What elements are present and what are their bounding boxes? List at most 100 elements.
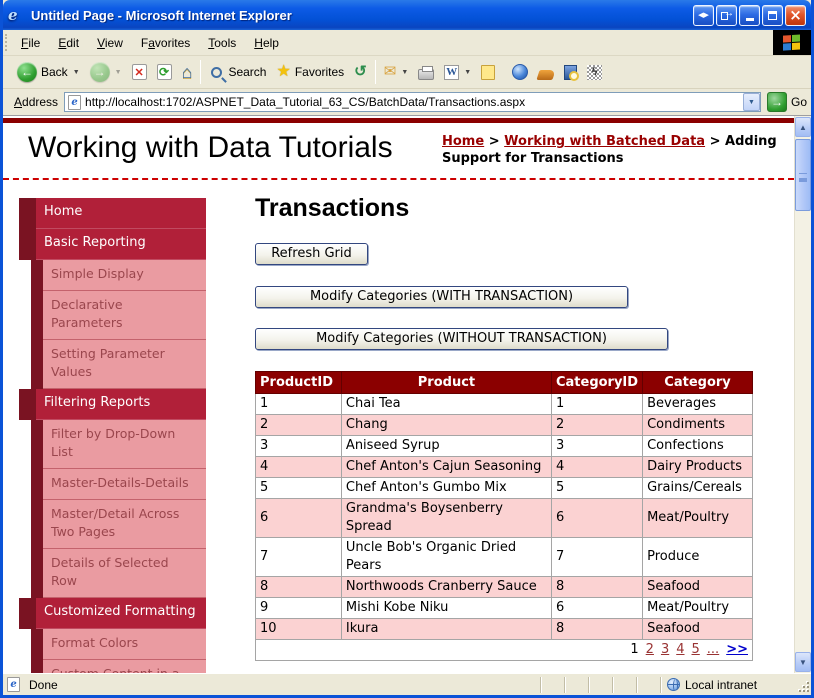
research-button[interactable] [559, 62, 582, 83]
cell-category-id: 1 [551, 394, 642, 415]
sidebar-item-label: Simple Display [43, 260, 206, 291]
sidebar-item-custom-content-in-a[interactable]: Custom Content in a [31, 660, 206, 673]
column-header-category: Category [643, 372, 753, 394]
browser-viewport: Working with Data Tutorials Home > Worki… [3, 115, 811, 673]
pager-next-link[interactable]: >> [726, 642, 748, 657]
refresh-button[interactable]: ⟳ [152, 61, 177, 83]
resize-grip[interactable] [796, 677, 810, 693]
scroll-up-button[interactable]: ▲ [795, 117, 811, 137]
address-bar: Address e http://localhost:1702/ASPNET_D… [3, 89, 811, 115]
favorites-button[interactable]: ★ Favorites [271, 61, 349, 83]
refresh-grid-button[interactable]: Refresh Grid [255, 243, 368, 265]
back-button[interactable]: ← Back ▼ [12, 59, 85, 85]
sidebar-item-filtering-reports[interactable]: Filtering Reports [19, 389, 206, 420]
cell-product-id: 8 [256, 577, 342, 598]
maximize-button[interactable] [762, 5, 783, 26]
sidebar-item-master-detail-across-two-pages[interactable]: Master/Detail Across Two Pages [31, 500, 206, 549]
window-popout-button[interactable]: → [716, 5, 737, 26]
menu-favorites[interactable]: Favorites [132, 32, 199, 54]
title-bar[interactable]: e Untitled Page - Microsoft Internet Exp… [3, 0, 811, 30]
sidebar-item-setting-parameter-values[interactable]: Setting Parameter Values [31, 340, 206, 389]
modify-with-transaction-button[interactable]: Modify Categories (WITH TRANSACTION) [255, 286, 628, 308]
sidebar-item-label: Declarative Parameters [43, 291, 206, 340]
menu-help[interactable]: Help [245, 32, 288, 54]
stop-icon: ✕ [132, 64, 147, 80]
menu-view[interactable]: View [88, 32, 132, 54]
status-bar: e Done Local intranet [3, 673, 811, 695]
sidebar-item-label: Master/Detail Across Two Pages [43, 500, 206, 549]
sidebar-item-block [31, 420, 43, 469]
quick-tools-button[interactable]: ϟ [582, 62, 607, 83]
breadcrumb-link-working-with-batched-data[interactable]: Working with Batched Data [504, 134, 705, 149]
cell-product: Mishi Kobe Niku [341, 598, 551, 619]
sidebar-item-filter-by-drop-down-list[interactable]: Filter by Drop-Down List [31, 420, 206, 469]
menu-items: FileEditViewFavoritesToolsHelp [12, 30, 773, 55]
messenger-button[interactable] [507, 61, 533, 83]
sidebar-item-label: Setting Parameter Values [43, 340, 206, 389]
address-dropdown-button[interactable]: ▼ [743, 93, 760, 111]
cell-product: Chang [341, 415, 551, 436]
close-button[interactable]: × [785, 5, 806, 26]
home-button[interactable]: ⌂ [177, 61, 198, 83]
pager-page-4[interactable]: 4 [676, 642, 684, 657]
sidebar-item-label: Master-Details-Details [43, 469, 206, 500]
sidebar-item-details-of-selected-row[interactable]: Details of Selected Row [31, 549, 206, 598]
sidebar-item-master-details-details[interactable]: Master-Details-Details [31, 469, 206, 500]
favorites-star-icon: ★ [276, 64, 290, 80]
page-header: Working with Data Tutorials Home > Worki… [3, 123, 794, 171]
sidebar-item-block [31, 660, 43, 673]
word-dropdown-icon: ▼ [464, 69, 471, 76]
sidebar-item-simple-display[interactable]: Simple Display [31, 260, 206, 291]
addon-button[interactable] [533, 62, 559, 83]
pager-ellipsis[interactable]: ... [707, 642, 719, 657]
cell-category: Grains/Cereals [643, 478, 753, 499]
discuss-button[interactable] [476, 62, 500, 83]
menu-tools[interactable]: Tools [199, 32, 245, 54]
go-button[interactable]: → [767, 92, 787, 112]
edit-with-word-button[interactable]: W ▼ [439, 62, 476, 83]
sidebar-item-basic-reporting[interactable]: Basic Reporting [19, 229, 206, 260]
refresh-icon: ⟳ [157, 64, 172, 80]
cell-category-id: 8 [551, 619, 642, 640]
address-input[interactable]: e http://localhost:1702/ASPNET_Data_Tuto… [64, 92, 761, 112]
cell-category: Produce [643, 538, 753, 577]
vertical-scrollbar[interactable]: ▲ ▼ [794, 116, 811, 673]
table-row: 7Uncle Bob's Organic Dried Pears7Produce [256, 538, 753, 577]
stop-button[interactable]: ✕ [127, 61, 152, 83]
cell-category-id: 6 [551, 598, 642, 619]
cell-category: Beverages [643, 394, 753, 415]
breadcrumb-link-home[interactable]: Home [442, 134, 484, 149]
cell-category: Meat/Poultry [643, 598, 753, 619]
status-separator [588, 677, 612, 693]
print-button[interactable] [413, 62, 439, 83]
sidebar-item-label: Customized Formatting [36, 598, 206, 629]
search-button[interactable]: Search [204, 62, 271, 83]
zone-text: Local intranet [685, 678, 757, 692]
mail-button[interactable]: ✉ ▼ [379, 61, 414, 83]
sidebar-item-format-colors[interactable]: Format Colors [31, 629, 206, 660]
sidebar-item-customized-formatting[interactable]: Customized Formatting [19, 598, 206, 629]
scrollbar-thumb[interactable] [795, 139, 811, 211]
history-button[interactable]: ↺ [349, 61, 372, 83]
scrollbar-track[interactable] [795, 137, 811, 652]
menu-edit[interactable]: Edit [49, 32, 88, 54]
pager-page-2[interactable]: 2 [646, 642, 654, 657]
grid-header-row: ProductIDProductCategoryIDCategory [256, 372, 753, 394]
sidebar-item-declarative-parameters[interactable]: Declarative Parameters [31, 291, 206, 340]
menu-grip-handle[interactable] [5, 34, 10, 51]
scroll-down-button[interactable]: ▼ [795, 652, 811, 672]
cell-product-id: 10 [256, 619, 342, 640]
menu-file[interactable]: File [12, 32, 49, 54]
pager-page-3[interactable]: 3 [661, 642, 669, 657]
page-doc-icon: e [68, 95, 81, 110]
modify-without-transaction-button[interactable]: Modify Categories (WITHOUT TRANSACTION) [255, 328, 668, 350]
forward-button[interactable]: → ▼ [85, 59, 127, 85]
pager-page-5[interactable]: 5 [692, 642, 700, 657]
window-split-button[interactable]: ◀▶ [693, 5, 714, 26]
status-doc-icon: e [7, 677, 20, 692]
sidebar-item-block [31, 291, 43, 340]
windows-brand-box [773, 30, 811, 55]
breadcrumb-separator: > [705, 134, 725, 149]
minimize-button[interactable] [739, 5, 760, 26]
sidebar-item-home[interactable]: Home [19, 198, 206, 229]
